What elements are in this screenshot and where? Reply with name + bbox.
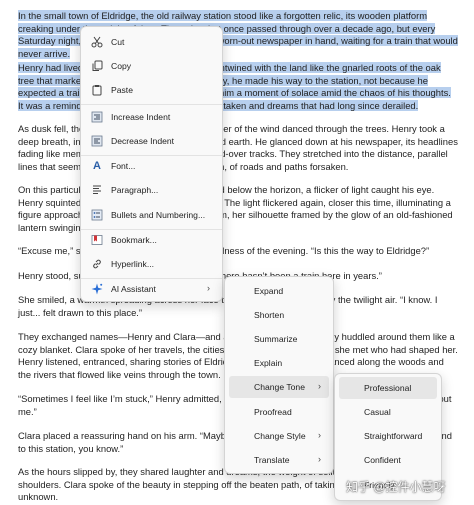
copy-icon	[91, 60, 103, 72]
tone-item-straightforward[interactable]: Straightforward	[339, 425, 437, 447]
menu-item-label: Casual	[364, 407, 391, 417]
menu-item-label: Professional	[364, 383, 412, 393]
menu-item-bookmark[interactable]: Bookmark...	[85, 229, 218, 251]
menu-item-hyperlink[interactable]: Hyperlink...	[85, 253, 218, 275]
menu-item-label: Decrease Indent	[111, 136, 175, 146]
menu-item-label: Bookmark...	[111, 235, 157, 245]
menu-item-ai-assistant[interactable]: AI Assistant ›	[85, 278, 218, 300]
menu-item-label: Paragraph...	[111, 185, 159, 195]
menu-item-label: Hyperlink...	[111, 259, 154, 269]
menu-item-label: Translate	[254, 455, 290, 465]
menu-item-copy[interactable]: Copy	[85, 55, 218, 77]
menu-item-label: Confident	[364, 455, 401, 465]
decrease-indent-icon	[91, 135, 103, 147]
tone-item-professional[interactable]: Professional	[339, 377, 437, 399]
bullets-icon	[91, 209, 103, 221]
chevron-right-icon: ›	[207, 283, 210, 293]
tone-item-confident[interactable]: Confident	[339, 449, 437, 471]
paragraph-icon	[91, 184, 103, 196]
paste-icon	[91, 84, 103, 96]
submenu-item-change-style[interactable]: Change Style ›	[229, 425, 329, 447]
hyperlink-icon	[91, 258, 103, 270]
bookmark-icon	[91, 234, 103, 246]
menu-item-label: Change Style	[254, 431, 306, 441]
submenu-item-proofread[interactable]: Proofread	[229, 401, 329, 423]
menu-item-paragraph[interactable]: Paragraph...	[85, 179, 218, 201]
context-menu: Cut Copy Paste Increase Indent Decrease …	[80, 26, 223, 302]
menu-item-label: Change Tone	[254, 382, 305, 392]
menu-item-label: Shorten	[254, 310, 285, 320]
menu-item-bullets[interactable]: Bullets and Numbering...	[85, 204, 218, 226]
menu-item-label: Expand	[254, 286, 284, 296]
menu-item-label: Summarize	[254, 334, 298, 344]
menu-item-label: Font...	[111, 161, 136, 171]
menu-item-label: Increase Indent	[111, 112, 171, 122]
menu-item-increase-indent[interactable]: Increase Indent	[85, 106, 218, 128]
submenu-item-explain[interactable]: Explain	[229, 352, 329, 374]
increase-indent-icon	[91, 111, 103, 123]
submenu-item-shorten[interactable]: Shorten	[229, 304, 329, 326]
menu-item-paste[interactable]: Paste	[85, 79, 218, 101]
watermark: 知乎 @控件小慧呀	[346, 480, 446, 494]
submenu-item-translate[interactable]: Translate ›	[229, 449, 329, 471]
chevron-right-icon: ›	[318, 381, 321, 391]
menu-item-decrease-indent[interactable]: Decrease Indent	[85, 130, 218, 152]
submenu-item-summarize[interactable]: Summarize	[229, 328, 329, 350]
menu-item-label: Proofread	[254, 407, 292, 417]
chevron-right-icon: ›	[318, 454, 321, 464]
scissors-icon	[91, 36, 103, 48]
font-icon: A	[93, 160, 101, 172]
sparkle-icon	[91, 283, 103, 295]
menu-separator	[81, 104, 222, 105]
menu-item-label: Straightforward	[364, 431, 423, 441]
tone-item-casual[interactable]: Casual	[339, 401, 437, 423]
ai-assistant-submenu: Expand Shorten Summarize Explain Change …	[224, 276, 334, 474]
submenu-item-expand[interactable]: Expand	[229, 280, 329, 302]
menu-item-label: Explain	[254, 358, 283, 368]
menu-item-label: Bullets and Numbering...	[111, 210, 206, 220]
chevron-right-icon: ›	[318, 430, 321, 440]
menu-item-label: Paste	[111, 85, 133, 95]
menu-item-label: Cut	[111, 37, 125, 47]
menu-item-label: Copy	[111, 61, 132, 71]
menu-item-label: AI Assistant	[111, 284, 156, 294]
menu-item-font[interactable]: A Font...	[85, 155, 218, 177]
menu-item-cut[interactable]: Cut	[85, 31, 218, 53]
submenu-item-change-tone[interactable]: Change Tone ›	[229, 376, 329, 398]
